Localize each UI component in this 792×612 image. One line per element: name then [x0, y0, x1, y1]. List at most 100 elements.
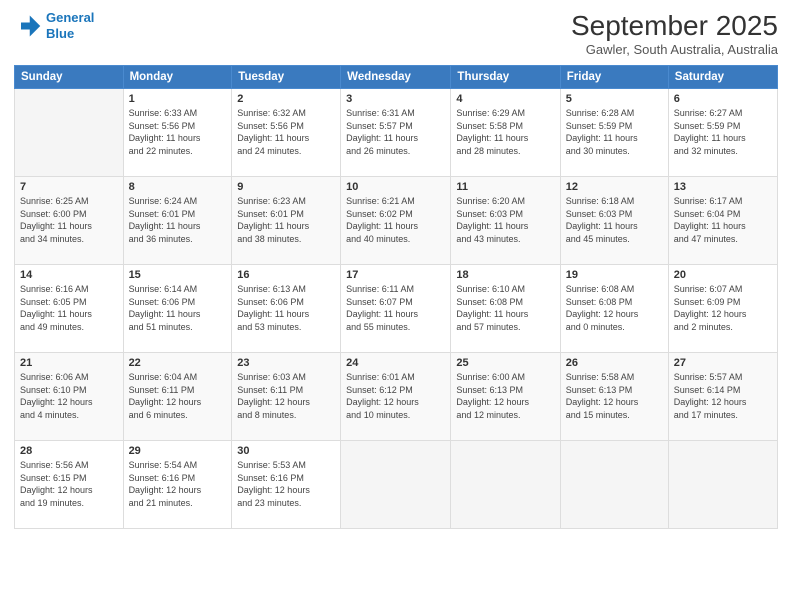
day-number: 30	[237, 445, 335, 457]
calendar-cell: 23 Sunrise: 6:03 AM Sunset: 6:11 PM Dayli…	[232, 353, 341, 441]
calendar-cell: 10 Sunrise: 6:21 AM Sunset: 6:02 PM Dayli…	[341, 177, 451, 265]
calendar-header-friday: Friday	[560, 66, 668, 89]
day-info: Sunrise: 6:20 AM Sunset: 6:03 PM Dayligh…	[456, 195, 554, 245]
calendar-cell: 2 Sunrise: 6:32 AM Sunset: 5:56 PM Daylig…	[232, 89, 341, 177]
day-number: 23	[237, 357, 335, 369]
day-number: 25	[456, 357, 554, 369]
day-number: 15	[129, 269, 227, 281]
day-number: 2	[237, 93, 335, 105]
day-info: Sunrise: 6:04 AM Sunset: 6:11 PM Dayligh…	[129, 371, 227, 421]
calendar-cell: 16 Sunrise: 6:13 AM Sunset: 6:06 PM Dayli…	[232, 265, 341, 353]
day-info: Sunrise: 6:06 AM Sunset: 6:10 PM Dayligh…	[20, 371, 118, 421]
calendar-cell	[15, 89, 124, 177]
day-info: Sunrise: 6:01 AM Sunset: 6:12 PM Dayligh…	[346, 371, 445, 421]
calendar-cell	[341, 441, 451, 529]
logo-icon	[14, 12, 42, 40]
calendar-cell: 28Sunrise: 5:56 AM Sunset: 6:15 PM Dayli…	[15, 441, 124, 529]
day-number: 9	[237, 181, 335, 193]
calendar-cell: 8Sunrise: 6:24 AM Sunset: 6:01 PM Daylig…	[123, 177, 232, 265]
calendar-cell: 18Sunrise: 6:10 AM Sunset: 6:08 PM Dayli…	[451, 265, 560, 353]
day-number: 1	[129, 93, 227, 105]
calendar-cell: 6Sunrise: 6:27 AM Sunset: 5:59 PM Daylig…	[668, 89, 777, 177]
day-number: 24	[346, 357, 445, 369]
calendar-header-sunday: Sunday	[15, 66, 124, 89]
calendar-cell: 1 Sunrise: 6:33 AM Sunset: 5:56 PM Daylig…	[123, 89, 232, 177]
day-info: Sunrise: 6:25 AM Sunset: 6:00 PM Dayligh…	[20, 195, 118, 245]
calendar-cell	[560, 441, 668, 529]
day-info: Sunrise: 6:31 AM Sunset: 5:57 PM Dayligh…	[346, 107, 445, 157]
day-info: Sunrise: 5:58 AM Sunset: 6:13 PM Dayligh…	[566, 371, 663, 421]
page: General Blue September 2025 Gawler, Sout…	[0, 0, 792, 612]
header: General Blue September 2025 Gawler, Sout…	[14, 10, 778, 57]
day-number: 16	[237, 269, 335, 281]
calendar-cell: 14Sunrise: 6:16 AM Sunset: 6:05 PM Dayli…	[15, 265, 124, 353]
day-number: 27	[674, 357, 772, 369]
day-info: Sunrise: 6:29 AM Sunset: 5:58 PM Dayligh…	[456, 107, 554, 157]
calendar-cell	[451, 441, 560, 529]
calendar-cell: 3 Sunrise: 6:31 AM Sunset: 5:57 PM Daylig…	[341, 89, 451, 177]
day-number: 22	[129, 357, 227, 369]
calendar-cell: 12 Sunrise: 6:18 AM Sunset: 6:03 PM Dayli…	[560, 177, 668, 265]
calendar-cell: 22 Sunrise: 6:04 AM Sunset: 6:11 PM Dayli…	[123, 353, 232, 441]
calendar-cell: 25 Sunrise: 6:00 AM Sunset: 6:13 PM Dayli…	[451, 353, 560, 441]
day-number: 8	[129, 181, 227, 193]
day-number: 28	[20, 445, 118, 457]
calendar-cell: 9Sunrise: 6:23 AM Sunset: 6:01 PM Daylig…	[232, 177, 341, 265]
logo-line2: Blue	[46, 26, 94, 42]
day-info: Sunrise: 6:14 AM Sunset: 6:06 PM Dayligh…	[129, 283, 227, 333]
calendar-cell: 27 Sunrise: 5:57 AM Sunset: 6:14 PM Dayli…	[668, 353, 777, 441]
day-info: Sunrise: 5:53 AM Sunset: 6:16 PM Dayligh…	[237, 459, 335, 509]
day-number: 29	[129, 445, 227, 457]
calendar-header-wednesday: Wednesday	[341, 66, 451, 89]
day-number: 26	[566, 357, 663, 369]
calendar-header-row: SundayMondayTuesdayWednesdayThursdayFrid…	[15, 66, 778, 89]
logo-line1: General	[46, 10, 94, 26]
calendar-cell: 21 Sunrise: 6:06 AM Sunset: 6:10 PM Dayli…	[15, 353, 124, 441]
calendar-cell: 29 Sunrise: 5:54 AM Sunset: 6:16 PM Dayli…	[123, 441, 232, 529]
main-title: September 2025	[571, 10, 778, 42]
day-info: Sunrise: 6:18 AM Sunset: 6:03 PM Dayligh…	[566, 195, 663, 245]
day-info: Sunrise: 6:07 AM Sunset: 6:09 PM Dayligh…	[674, 283, 772, 333]
day-info: Sunrise: 6:32 AM Sunset: 5:56 PM Dayligh…	[237, 107, 335, 157]
day-info: Sunrise: 6:08 AM Sunset: 6:08 PM Dayligh…	[566, 283, 663, 333]
calendar-cell: 13Sunrise: 6:17 AM Sunset: 6:04 PM Dayli…	[668, 177, 777, 265]
calendar-cell: 7Sunrise: 6:25 AM Sunset: 6:00 PM Daylig…	[15, 177, 124, 265]
calendar-week-row: 21 Sunrise: 6:06 AM Sunset: 6:10 PM Dayli…	[15, 353, 778, 441]
calendar-header-thursday: Thursday	[451, 66, 560, 89]
day-info: Sunrise: 6:33 AM Sunset: 5:56 PM Dayligh…	[129, 107, 227, 157]
day-number: 5	[566, 93, 663, 105]
day-number: 4	[456, 93, 554, 105]
calendar-week-row: 7Sunrise: 6:25 AM Sunset: 6:00 PM Daylig…	[15, 177, 778, 265]
day-number: 12	[566, 181, 663, 193]
day-info: Sunrise: 6:17 AM Sunset: 6:04 PM Dayligh…	[674, 195, 772, 245]
calendar-table: SundayMondayTuesdayWednesdayThursdayFrid…	[14, 65, 778, 529]
calendar-cell: 5Sunrise: 6:28 AM Sunset: 5:59 PM Daylig…	[560, 89, 668, 177]
day-number: 21	[20, 357, 118, 369]
calendar-cell: 19 Sunrise: 6:08 AM Sunset: 6:08 PM Dayli…	[560, 265, 668, 353]
calendar-cell: 20 Sunrise: 6:07 AM Sunset: 6:09 PM Dayli…	[668, 265, 777, 353]
day-number: 19	[566, 269, 663, 281]
day-number: 10	[346, 181, 445, 193]
day-number: 18	[456, 269, 554, 281]
calendar-cell: 30 Sunrise: 5:53 AM Sunset: 6:16 PM Dayli…	[232, 441, 341, 529]
calendar-week-row: 28Sunrise: 5:56 AM Sunset: 6:15 PM Dayli…	[15, 441, 778, 529]
day-info: Sunrise: 5:54 AM Sunset: 6:16 PM Dayligh…	[129, 459, 227, 509]
calendar-cell: 26 Sunrise: 5:58 AM Sunset: 6:13 PM Dayli…	[560, 353, 668, 441]
day-info: Sunrise: 6:27 AM Sunset: 5:59 PM Dayligh…	[674, 107, 772, 157]
day-info: Sunrise: 6:03 AM Sunset: 6:11 PM Dayligh…	[237, 371, 335, 421]
calendar-cell: 15 Sunrise: 6:14 AM Sunset: 6:06 PM Dayli…	[123, 265, 232, 353]
logo: General Blue	[14, 10, 94, 41]
calendar-week-row: 1 Sunrise: 6:33 AM Sunset: 5:56 PM Daylig…	[15, 89, 778, 177]
day-number: 20	[674, 269, 772, 281]
day-number: 3	[346, 93, 445, 105]
calendar-cell: 24 Sunrise: 6:01 AM Sunset: 6:12 PM Dayli…	[341, 353, 451, 441]
calendar-cell: 17Sunrise: 6:11 AM Sunset: 6:07 PM Dayli…	[341, 265, 451, 353]
day-info: Sunrise: 5:57 AM Sunset: 6:14 PM Dayligh…	[674, 371, 772, 421]
day-info: Sunrise: 6:00 AM Sunset: 6:13 PM Dayligh…	[456, 371, 554, 421]
title-block: September 2025 Gawler, South Australia, …	[571, 10, 778, 57]
calendar-cell: 11Sunrise: 6:20 AM Sunset: 6:03 PM Dayli…	[451, 177, 560, 265]
calendar-header-monday: Monday	[123, 66, 232, 89]
day-info: Sunrise: 6:21 AM Sunset: 6:02 PM Dayligh…	[346, 195, 445, 245]
day-info: Sunrise: 6:13 AM Sunset: 6:06 PM Dayligh…	[237, 283, 335, 333]
calendar-cell: 4 Sunrise: 6:29 AM Sunset: 5:58 PM Daylig…	[451, 89, 560, 177]
